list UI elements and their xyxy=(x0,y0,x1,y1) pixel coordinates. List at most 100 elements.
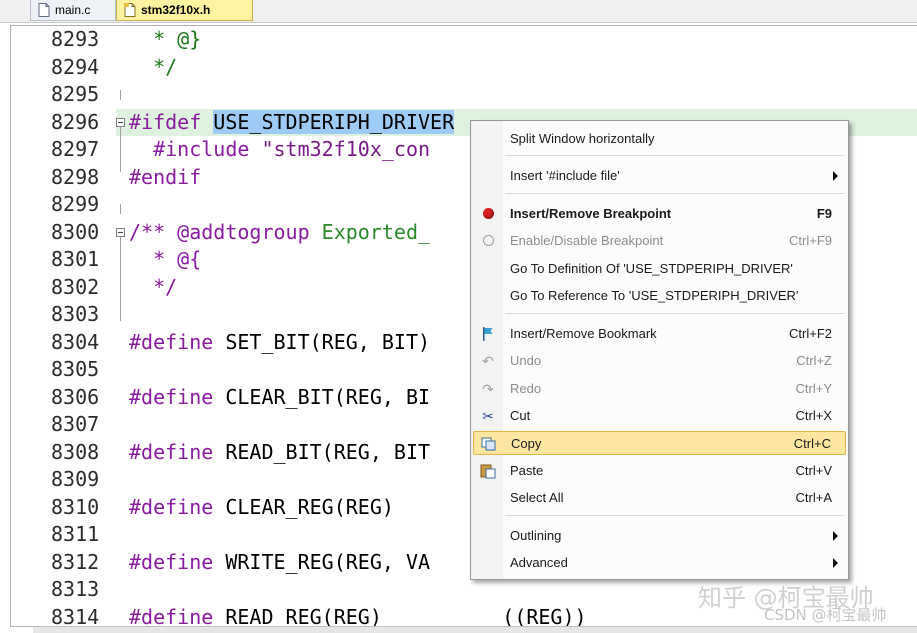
line-number: 8295 xyxy=(51,82,100,106)
menu-separator xyxy=(505,313,845,314)
submenu-arrow-icon xyxy=(833,531,838,541)
menu-item-label: Advanced xyxy=(510,555,568,570)
code-keyword: #define xyxy=(129,384,226,409)
code-keyword: #define xyxy=(129,329,226,354)
line-number: 8314 xyxy=(51,604,100,627)
line-number: 8299 xyxy=(51,192,100,216)
line-number: 8310 xyxy=(51,494,100,519)
line-number: 8309 xyxy=(51,467,100,491)
menu-item-shortcut: Ctrl+F2 xyxy=(789,326,832,341)
editor-tab-bar: main.c stm32f10x.h xyxy=(0,0,917,23)
header-file-icon xyxy=(124,3,136,17)
code-keyword: #define xyxy=(129,549,226,574)
code-text: CLEAR_BIT(REG, BI xyxy=(225,384,431,409)
submenu-arrow-icon xyxy=(833,558,838,568)
breakpoint-outline-icon xyxy=(480,233,496,249)
menu-item-shortcut: Ctrl+C xyxy=(793,436,831,451)
line-number: 8313 xyxy=(51,577,100,601)
code-line: 8293 * @} xyxy=(11,26,917,54)
menu-item-undo[interactable]: ↶ Undo Ctrl+Z xyxy=(473,349,846,373)
code-line: 8294 */ xyxy=(11,54,917,82)
menu-item-shortcut: Ctrl+A xyxy=(795,490,832,505)
code-comment-tag: Exported_ xyxy=(321,219,431,244)
code-keyword: #include xyxy=(129,137,262,161)
line-number: 8306 xyxy=(51,384,100,409)
line-number: 8302 xyxy=(51,274,100,299)
line-number: 8294 xyxy=(51,54,100,79)
menu-item-label: Insert/Remove Bookmark xyxy=(510,326,657,341)
fold-toggle-icon[interactable] xyxy=(116,117,125,127)
menu-item-label: Paste xyxy=(510,463,544,478)
tab-stm32f10x-h[interactable]: stm32f10x.h xyxy=(116,0,253,21)
menu-item-shortcut: Ctrl+X xyxy=(795,408,832,423)
menu-item-shortcut: Ctrl+F9 xyxy=(789,233,832,248)
line-number: 8305 xyxy=(51,357,100,381)
code-keyword: #endif xyxy=(129,164,202,189)
line-number: 8293 xyxy=(51,27,100,51)
line-number: 8308 xyxy=(51,439,100,464)
menu-item-outlining[interactable]: Outlining xyxy=(473,524,846,548)
copy-icon xyxy=(481,436,497,452)
menu-item-label: Enable/Disable Breakpoint xyxy=(510,233,664,248)
line-number: 8303 xyxy=(51,302,100,326)
menu-item-label: Insert '#include file' xyxy=(510,168,620,183)
paste-icon xyxy=(480,463,496,479)
selected-text: USE_STDPERIPH_DRIVER xyxy=(213,109,455,134)
code-comment: /** @addtogroup xyxy=(129,219,322,244)
code-keyword: #define xyxy=(129,604,226,627)
menu-item-go-to-reference[interactable]: Go To Reference To 'USE_STDPERIPH_DRIVER… xyxy=(473,284,846,308)
menu-item-insert-include[interactable]: Insert '#include file' xyxy=(473,164,846,188)
code-keyword: #define xyxy=(129,439,226,464)
redo-icon: ↷ xyxy=(482,381,494,397)
code-string: "stm32f10x_con xyxy=(261,137,431,161)
code-text: CLEAR_REG(REG) xyxy=(225,494,394,519)
file-icon xyxy=(38,3,50,17)
menu-item-split-window[interactable]: Split Window horizontally xyxy=(473,127,846,151)
fold-toggle-icon[interactable] xyxy=(116,227,125,237)
menu-item-cut[interactable]: ✂ Cut Ctrl+X xyxy=(473,404,846,428)
code-text: READ_REG(REG) ((REG)) xyxy=(225,604,587,627)
code-comment: */ xyxy=(129,274,178,299)
menu-item-shortcut: Ctrl+V xyxy=(795,463,832,478)
tab-label: main.c xyxy=(55,3,91,17)
menu-separator xyxy=(505,515,845,516)
menu-item-advanced[interactable]: Advanced xyxy=(473,551,846,575)
line-number: 8296 xyxy=(51,109,100,134)
menu-item-shortcut: F9 xyxy=(816,206,832,221)
menu-item-label: Split Window horizontally xyxy=(510,131,655,146)
menu-item-paste[interactable]: Paste Ctrl+V xyxy=(473,459,846,483)
line-number: 8298 xyxy=(51,164,100,189)
line-number: 8304 xyxy=(51,329,100,354)
menu-item-label: Outlining xyxy=(510,528,562,543)
line-number: 8297 xyxy=(51,137,100,161)
menu-item-label: Copy xyxy=(511,436,542,451)
menu-item-enable-disable-breakpoint[interactable]: Enable/Disable Breakpoint Ctrl+F9 xyxy=(473,229,846,253)
menu-item-insert-remove-bookmark[interactable]: Insert/Remove Bookmark Ctrl+F2 xyxy=(473,322,846,346)
code-comment: * @{ xyxy=(129,247,202,271)
menu-separator xyxy=(505,155,845,156)
menu-item-redo[interactable]: ↷ Redo Ctrl+Y xyxy=(473,377,846,401)
tab-main-c[interactable]: main.c xyxy=(30,0,116,21)
menu-item-copy[interactable]: Copy Ctrl+C xyxy=(473,431,846,455)
line-number: 8307 xyxy=(51,412,100,436)
line-number: 8312 xyxy=(51,549,100,574)
code-text: WRITE_REG(REG, VA xyxy=(225,549,431,574)
bookmark-flag-icon xyxy=(480,326,496,342)
tab-label: stm32f10x.h xyxy=(141,3,211,17)
line-number: 8300 xyxy=(51,219,100,244)
menu-item-insert-remove-breakpoint[interactable]: Insert/Remove Breakpoint F9 xyxy=(473,202,846,226)
menu-item-label: Insert/Remove Breakpoint xyxy=(510,206,672,221)
menu-separator xyxy=(505,193,845,194)
line-number: 8301 xyxy=(51,247,100,271)
menu-item-label: Go To Reference To 'USE_STDPERIPH_DRIVER… xyxy=(510,288,799,303)
menu-item-select-all[interactable]: Select All Ctrl+A xyxy=(473,486,846,510)
code-keyword: #define xyxy=(129,494,226,519)
menu-item-go-to-definition[interactable]: Go To Definition Of 'USE_STDPERIPH_DRIVE… xyxy=(473,257,846,281)
menu-item-label: Cut xyxy=(510,408,531,423)
code-text: * @} xyxy=(129,27,202,51)
menu-item-label: Go To Definition Of 'USE_STDPERIPH_DRIVE… xyxy=(510,261,793,276)
menu-item-shortcut: Ctrl+Z xyxy=(796,353,832,368)
context-menu: Split Window horizontally Insert '#inclu… xyxy=(470,120,849,580)
line-number: 8311 xyxy=(51,522,100,546)
submenu-arrow-icon xyxy=(833,171,838,181)
